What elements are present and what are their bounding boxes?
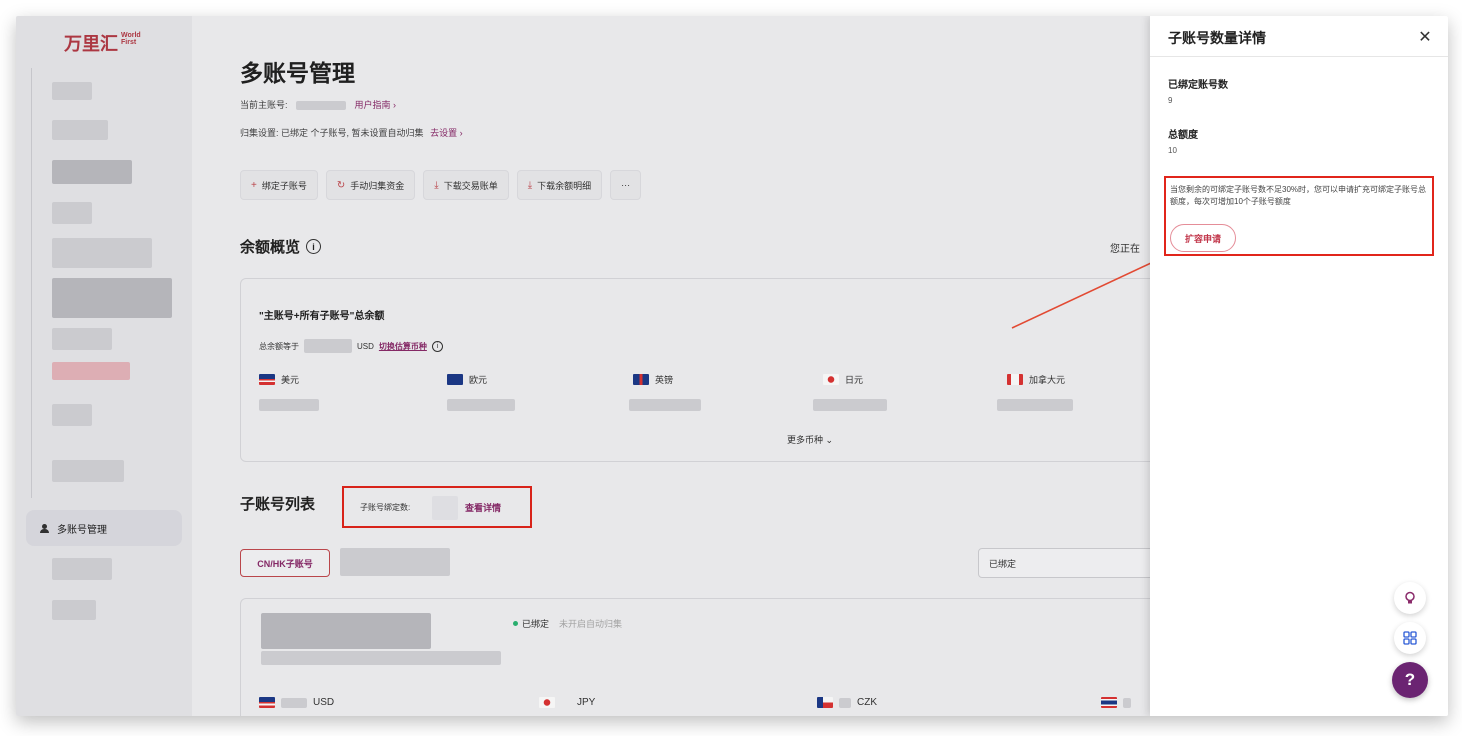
drawer-title: 子账号数量详情	[1168, 30, 1266, 46]
quota-notice: 当您剩余的可绑定子账号数不足30%时，您可以申请扩充可绑定子账号总额度，每次可增…	[1170, 185, 1427, 206]
bound-count-label: 已绑定账号数	[1168, 80, 1228, 91]
lightbulb-icon[interactable]	[1394, 582, 1426, 614]
expand-request-button[interactable]: 扩容申请	[1170, 224, 1236, 252]
close-icon[interactable]: ✕	[1416, 28, 1434, 46]
drawer-divider	[1150, 56, 1448, 57]
total-quota-label: 总额度	[1168, 130, 1198, 141]
total-quota-value: 10	[1168, 146, 1177, 155]
help-button[interactable]: ?	[1392, 662, 1428, 698]
apps-grid-icon[interactable]	[1394, 622, 1426, 654]
app-window: 万里汇 World First 多账号管理 多账号管理 当前主账号: 用户指南 …	[16, 16, 1448, 716]
bound-count-value: 9	[1168, 96, 1173, 105]
drawer-overlay[interactable]	[16, 16, 1150, 716]
